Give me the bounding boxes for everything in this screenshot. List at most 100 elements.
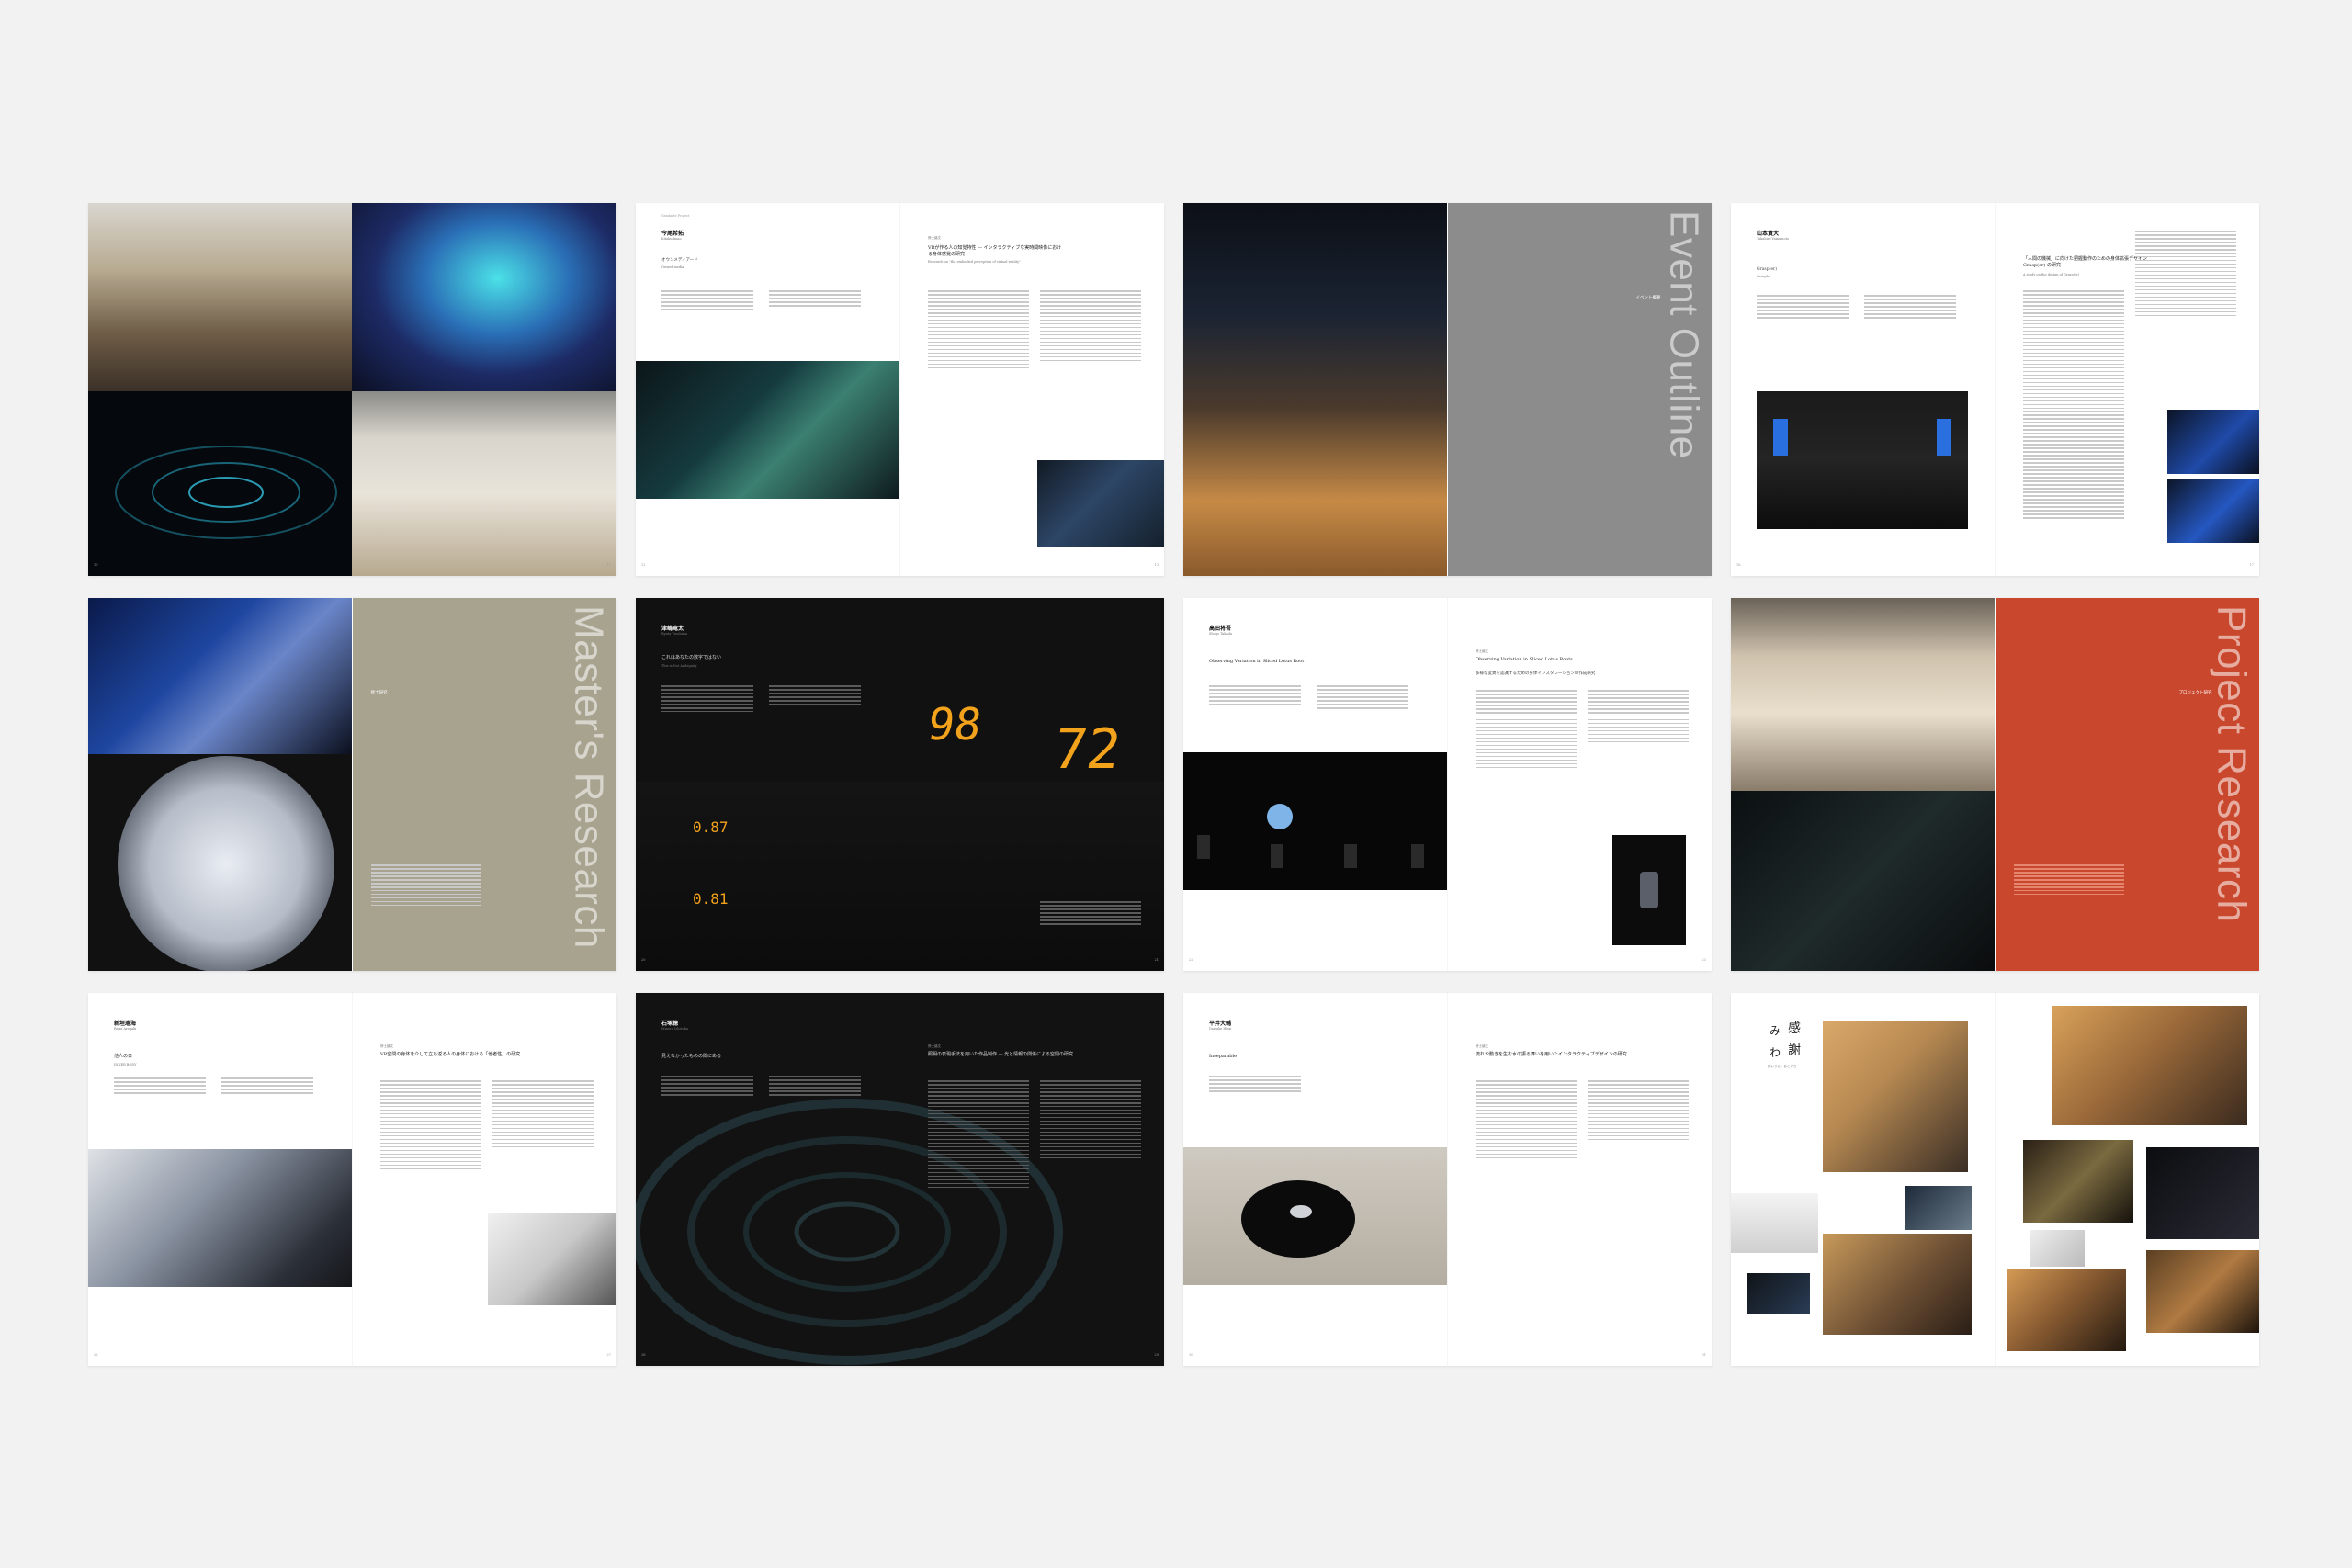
page-number-left: 16 [1736, 563, 1741, 567]
spread-hirai: 平井大輔 Daisuke Hirai Inseparable 修士論文 流れや動… [1183, 993, 1712, 1366]
spread-photo-collage: 10 11 [88, 203, 616, 576]
author-name: 平井大輔 [1209, 1021, 1232, 1027]
author-name-en: Shogo Takada [1209, 632, 1232, 636]
digits-small-c: 0.87 [693, 818, 729, 836]
circle-texture [118, 756, 334, 971]
photo-performance-screen [88, 1149, 352, 1287]
photo-wooden-frame-exhibit [1731, 598, 1995, 791]
photo-small-device [1731, 1193, 1818, 1253]
photo-digit-display [636, 782, 1164, 971]
section-label: 修士論文 [928, 236, 941, 240]
photo-circular-texture [88, 754, 352, 971]
lotus-screens [1197, 804, 1424, 868]
thanks-kana-a: み [1770, 1024, 1781, 1037]
author-name-en: Kitaku Imao [662, 237, 682, 241]
work-title-en: This is Not Ambiguity [662, 664, 697, 668]
spread-takada: 高田将吾 Shogo Takada Observing Variation in… [1183, 598, 1712, 971]
digits-large-b: 72 [1049, 717, 1125, 782]
author-name: 石塚穂 [662, 1021, 679, 1027]
photo-vr-screen [1037, 460, 1164, 547]
work-title: Inseparable [1209, 1054, 1238, 1059]
thanks-kana-b: わ [1770, 1046, 1781, 1059]
divider-label: プロジェクト研究 [2178, 691, 2212, 695]
divider-title: Project Research [2209, 605, 2255, 923]
spread-masters-research: 修士研究 Master's Research [88, 598, 616, 971]
author-name: 津嶋竜太 [662, 626, 684, 632]
section-heading: 照明の表現手法を用いた作品制作 — 光と情報の関係による空間の研究 [928, 1052, 1074, 1057]
photo-dark-rings [88, 391, 352, 576]
page-number-right: 27 [606, 1353, 611, 1357]
divider-page-olive: 修士研究 Master's Research [352, 598, 616, 971]
section-label: 修士論文 [1476, 1044, 1488, 1048]
work-title: 見えなかったものの間にある [662, 1054, 722, 1059]
spread-event-outline: イベント概要 Event Outline [1183, 203, 1712, 576]
photo-group-crowd [2007, 1269, 2126, 1351]
author-name-en: Ryuta Tsushima [662, 632, 688, 636]
photo-music-performance [2146, 1250, 2259, 1333]
photo-gamelan-performance [88, 203, 352, 391]
work-title: 他人の日 [114, 1054, 133, 1059]
spread-grid: 10 11 Graduate Project 今尾希拓 Kitaku Imao … [88, 203, 2259, 1366]
photo-dark-ring-pattern [636, 993, 1164, 1366]
divider-title: Event Outline [1661, 210, 1707, 459]
ring-pattern [636, 1099, 1063, 1365]
photo-lotus-device [1612, 835, 1686, 945]
thanks-kanji-b: 謝 [1788, 1043, 1801, 1058]
photo-panel-discussion [1823, 1234, 1972, 1335]
spread-yamamoto: 山本貴大 Takahiro Yamamoto Grasp(er) Grasple… [1731, 203, 2259, 576]
page-number-right: 17 [2249, 563, 2254, 567]
author-name: 新垣瑠海 [114, 1021, 137, 1027]
page-number-left: 10 [94, 563, 98, 567]
work-title: オウンメディアード [662, 258, 698, 263]
document-page: { "spreads": { "s1": { "pn_l": "10", "pn… [0, 0, 2352, 1568]
page-number-left: 30 [1189, 1353, 1193, 1357]
section-label: 修士論文 [1476, 649, 1488, 653]
work-title: これはあなたの数字ではない [662, 655, 722, 660]
photo-vr-user [636, 361, 899, 499]
photo-tiny-screen [1747, 1273, 1810, 1314]
page-number-right: 13 [1154, 563, 1159, 567]
section-heading: 流れや動きを生む水の振る舞いを用いたインタラクティブデザインの研究 [1476, 1052, 1627, 1057]
thanks-kanji-a: 感 [1788, 1021, 1801, 1036]
work-title-en: INNER BODY [114, 1063, 137, 1066]
author-name: 今尾希拓 [662, 231, 684, 237]
page-number-left: 28 [641, 1353, 646, 1357]
photo-speaker-laptop [1823, 1021, 1968, 1172]
section-heading-jp: 多様な変異を認識するための身体インスタレーションの作成研究 [1476, 671, 1596, 676]
photo-grasper-hand-1 [2167, 410, 2259, 474]
photo-water-bowl [1183, 1147, 1447, 1285]
divider-page-gray: イベント概要 Event Outline [1447, 203, 1712, 576]
spread-project-research: プロジェクト研究 Project Research [1731, 598, 2259, 971]
author-name-en: Takahiro Yamamoto [1757, 237, 1790, 241]
work-title-en: Graspler [1757, 275, 1771, 278]
photo-flowers-award [2052, 1006, 2247, 1125]
photo-sitting-figure [488, 1213, 616, 1305]
bowl-graphic [1241, 1180, 1355, 1258]
photo-masked-performers [1183, 203, 1447, 576]
section-heading: VRが作る人の知覚特性 — インタラクティブな実時間映像における身体感覚の研究 [928, 245, 1062, 257]
spread-aragaki: 新垣瑠海 Rumi Aragaki 他人の日 INNER BODY 修士論文 V… [88, 993, 616, 1366]
digits-small-d: 0.81 [693, 890, 729, 908]
section-heading: VR空間の身体を介して立ち返る人の身体における「他者性」の研究 [380, 1052, 521, 1057]
photo-lotus-installation [1183, 752, 1447, 890]
page-number-left: 12 [641, 563, 646, 567]
work-title: Grasp(er) [1757, 267, 1777, 272]
page-number-left: 26 [94, 1353, 98, 1357]
section-heading-en: A study on the design of Grasp(er) [2023, 273, 2080, 276]
photo-projection-city [352, 203, 616, 391]
author-name-en: Minoru Ishizuka [662, 1027, 688, 1031]
page-number-left: 22 [1189, 958, 1193, 962]
thanks-caption: 終わりに・あとがき [1768, 1065, 1797, 1068]
rings-graphic [115, 446, 337, 539]
author-name: 山本貴大 [1757, 231, 1780, 237]
page-number-right: 29 [1154, 1353, 1159, 1357]
divider-label: 修士研究 [370, 691, 388, 695]
photo-stage-talk [2023, 1140, 2133, 1223]
photo-dark-exhibit [1731, 791, 1995, 971]
photo-dark-audience [2146, 1147, 2259, 1239]
photo-exhibition-room [352, 391, 616, 576]
spread-thanks: 感 謝 み わ 終わりに・あとがき [1731, 993, 2259, 1366]
divider-label: イベント概要 [1635, 296, 1661, 300]
divider-title: Master's Research [566, 605, 612, 949]
work-title-en: Owned media [662, 265, 684, 269]
